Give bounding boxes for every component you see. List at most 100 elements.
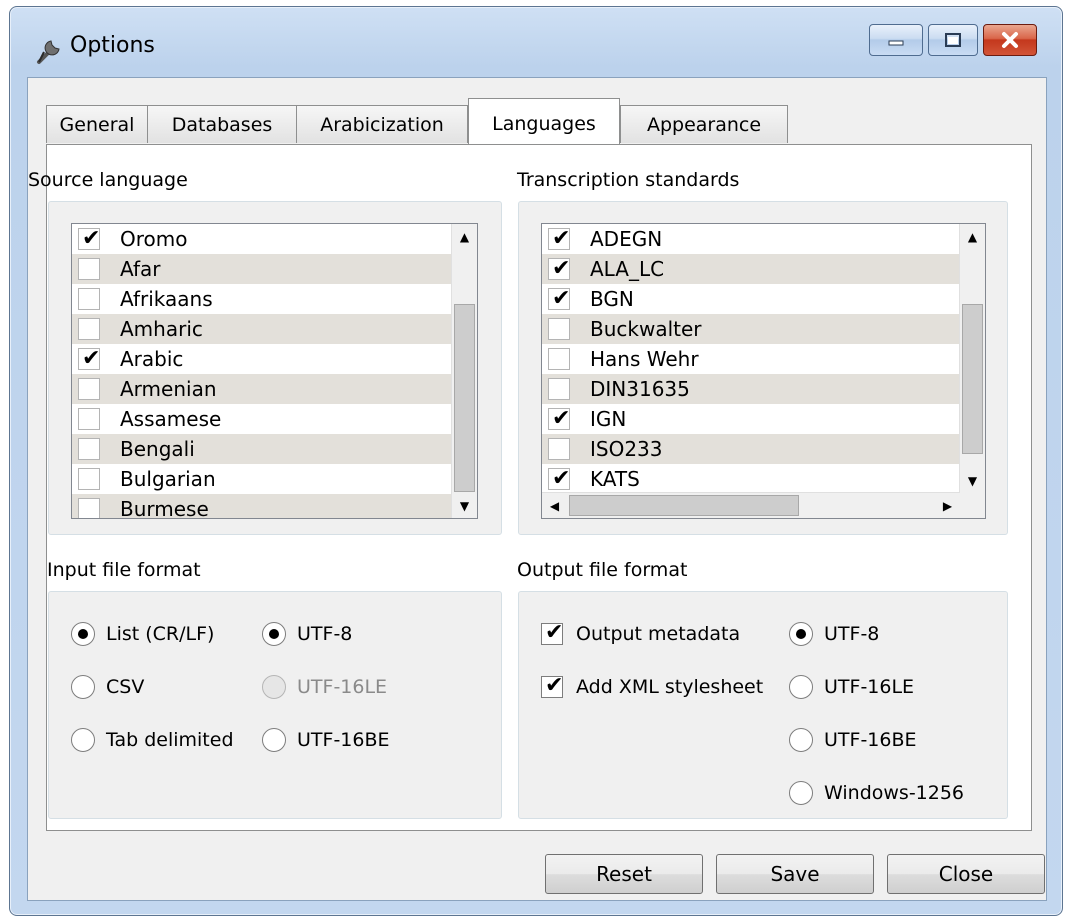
checkbox[interactable]	[78, 438, 100, 460]
scrollbar-thumb[interactable]	[454, 304, 475, 492]
list-item[interactable]: ✔ IGN	[542, 404, 985, 434]
transcription-standards-label: Transcription standards	[517, 169, 740, 191]
list-item[interactable]: Buckwalter	[542, 314, 985, 344]
checkbox[interactable]	[548, 318, 570, 340]
checkbox[interactable]: ✔	[541, 620, 563, 645]
scroll-down-icon[interactable]: ▼	[452, 493, 477, 518]
transcription-standards-group: ✔ ADEGN ✔ ALA_LC ✔ BGN Buckwalter Hans Wehr DIN3…	[518, 201, 1008, 535]
checkbox[interactable]	[78, 468, 100, 490]
checkbox[interactable]	[548, 348, 570, 370]
checkbox[interactable]: ✔	[548, 466, 570, 491]
list-item-label: Bulgarian	[120, 467, 216, 491]
checkbox[interactable]	[548, 378, 570, 400]
radio-button	[262, 675, 286, 699]
checkbox[interactable]	[548, 438, 570, 460]
input-file-format-label: Input file format	[47, 559, 201, 581]
scroll-up-icon[interactable]: ▲	[960, 224, 985, 249]
list-item-label: Amharic	[120, 317, 203, 341]
checkbox[interactable]: ✔	[78, 346, 100, 371]
list-item[interactable]: ✔ Arabic	[72, 344, 477, 374]
scrollbar-thumb[interactable]	[569, 495, 799, 516]
transcription-standards-vscrollbar[interactable]: ▲ ▼	[959, 224, 985, 493]
list-item[interactable]: ✔ KATS	[542, 464, 985, 494]
radio-button[interactable]	[262, 622, 286, 646]
title-bar[interactable]: Options	[10, 7, 1062, 77]
checkbox[interactable]	[78, 378, 100, 400]
scrollbar-corner	[960, 493, 985, 518]
maximize-button[interactable]	[928, 24, 978, 56]
list-item[interactable]: Afrikaans	[72, 284, 477, 314]
scroll-left-icon[interactable]: ◀	[542, 493, 567, 518]
tab-general[interactable]: General	[46, 105, 148, 143]
radio-button[interactable]	[71, 728, 95, 752]
list-item[interactable]: Bulgarian	[72, 464, 477, 494]
list-item[interactable]: Bengali	[72, 434, 477, 464]
list-item-label: Afar	[120, 257, 161, 281]
list-item[interactable]: ✔ ADEGN	[542, 224, 985, 254]
dialog-client-area: General Databases Arabicization Language…	[27, 77, 1047, 901]
radio-button[interactable]	[789, 622, 813, 646]
list-item[interactable]: Hans Wehr	[542, 344, 985, 374]
list-item-label: Assamese	[120, 407, 222, 431]
checkbox[interactable]: ✔	[78, 226, 100, 251]
list-item[interactable]: ✔ Oromo	[72, 224, 477, 254]
scroll-up-icon[interactable]: ▲	[452, 224, 477, 249]
scroll-down-icon[interactable]: ▼	[960, 468, 985, 493]
checkbox[interactable]	[78, 258, 100, 280]
checkbox[interactable]	[78, 498, 100, 518]
checkbox[interactable]	[78, 318, 100, 340]
minimize-button[interactable]	[869, 24, 923, 56]
checkbox[interactable]: ✔	[548, 286, 571, 311]
transcription-standards-list[interactable]: ✔ ADEGN ✔ ALA_LC ✔ BGN Buckwalter Hans Wehr DIN3…	[541, 223, 986, 519]
output-file-format-label: Output file format	[517, 559, 688, 581]
list-item[interactable]: Burmese	[72, 494, 477, 519]
checkmark-icon: ✔	[552, 256, 571, 281]
maximize-icon	[945, 33, 961, 47]
source-language-group: ✔ Oromo Afar Afrikaans Amharic ✔ Arabic Armenia…	[48, 201, 502, 535]
tab-arabicization[interactable]: Arabicization	[296, 105, 468, 143]
list-item[interactable]: Armenian	[72, 374, 477, 404]
list-item[interactable]: ISO233	[542, 434, 985, 464]
tab-appearance[interactable]: Appearance	[620, 105, 788, 143]
checkbox[interactable]: ✔	[548, 226, 570, 251]
list-item[interactable]: ✔ ALA_LC	[542, 254, 985, 284]
tab-languages[interactable]: Languages	[468, 98, 620, 144]
checkbox[interactable]	[78, 288, 100, 310]
list-item-label: DIN31635	[590, 377, 690, 401]
checkbox[interactable]	[78, 408, 100, 430]
options-window: Options General Databases Arabicization …	[9, 6, 1063, 916]
radio-button[interactable]	[789, 728, 813, 752]
list-item-label: Hans Wehr	[590, 347, 699, 371]
source-language-list[interactable]: ✔ Oromo Afar Afrikaans Amharic ✔ Arabic Armenia…	[71, 223, 478, 519]
checkbox[interactable]: ✔	[548, 406, 570, 431]
source-language-scrollbar[interactable]: ▲ ▼	[451, 224, 477, 518]
checkbox[interactable]: ✔	[548, 256, 571, 281]
save-button[interactable]: Save	[716, 854, 874, 894]
list-item[interactable]: ✔ BGN	[542, 284, 985, 314]
scrollbar-thumb[interactable]	[962, 304, 983, 454]
checkmark-icon: ✔	[552, 286, 571, 311]
list-item-label: IGN	[590, 407, 627, 431]
radio-button[interactable]	[789, 781, 813, 805]
list-item[interactable]: Amharic	[72, 314, 477, 344]
list-item-label: Buckwalter	[590, 317, 702, 341]
list-item-label: Burmese	[120, 497, 209, 519]
list-item-label: Arabic	[120, 347, 184, 371]
radio-button[interactable]	[262, 728, 286, 752]
list-item-label: KATS	[590, 467, 640, 491]
radio-button[interactable]	[71, 675, 95, 699]
list-item-label: ISO233	[590, 437, 663, 461]
languages-tab-panel: Source language ✔ Oromo Afar Afrikaans Amhar…	[28, 144, 1032, 831]
radio-button[interactable]	[71, 622, 95, 646]
close-window-button[interactable]	[983, 24, 1037, 56]
list-item[interactable]: DIN31635	[542, 374, 985, 404]
scroll-right-icon[interactable]: ▶	[935, 493, 960, 518]
checkbox[interactable]: ✔	[541, 673, 563, 698]
radio-button[interactable]	[789, 675, 813, 699]
close-button[interactable]: Close	[887, 854, 1045, 894]
list-item[interactable]: Assamese	[72, 404, 477, 434]
list-item[interactable]: Afar	[72, 254, 477, 284]
transcription-standards-hscrollbar[interactable]: ◀ ▶	[542, 492, 960, 518]
tab-databases[interactable]: Databases	[147, 105, 297, 143]
reset-button[interactable]: Reset	[545, 854, 703, 894]
